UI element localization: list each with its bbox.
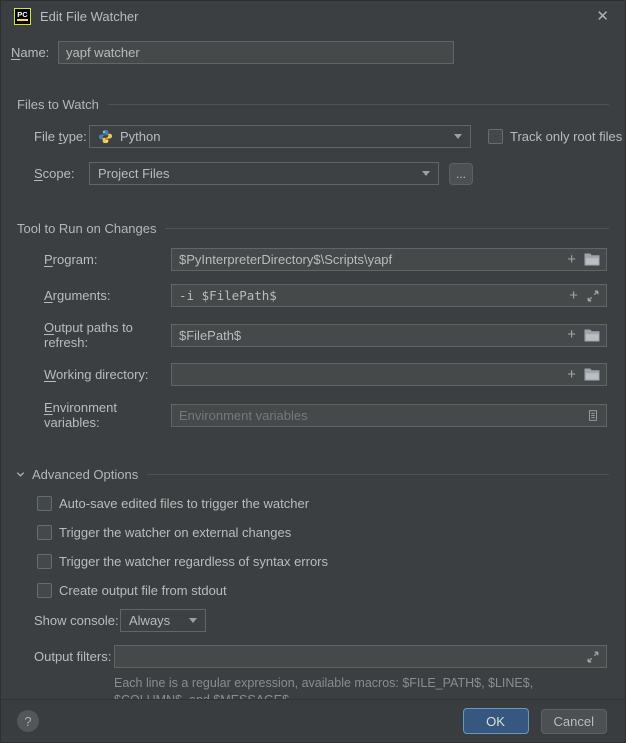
name-label: Name: bbox=[11, 45, 58, 60]
insert-macro-icon[interactable]: + bbox=[567, 253, 576, 267]
footer-bar: ? OK Cancel bbox=[1, 699, 625, 742]
program-row: Program: + bbox=[44, 248, 607, 271]
name-input[interactable] bbox=[58, 41, 454, 64]
expand-icon[interactable] bbox=[586, 289, 600, 303]
files-to-watch-section-header: Files to Watch bbox=[17, 96, 609, 112]
output-paths-row: Output paths to refresh: + bbox=[44, 320, 607, 350]
tool-section-header: Tool to Run on Changes bbox=[17, 220, 609, 236]
edit-file-watcher-dialog: PC Edit File Watcher ✕ Name: Files to Wa… bbox=[0, 0, 626, 743]
checkbox-row: Create output file from stdout bbox=[37, 583, 625, 598]
browse-variables-list-icon[interactable] bbox=[586, 408, 600, 423]
tool-section-title: Tool to Run on Changes bbox=[17, 221, 156, 236]
advanced-options-header[interactable]: Advanced Options bbox=[15, 466, 609, 482]
advanced-options-title: Advanced Options bbox=[32, 467, 138, 482]
checkbox-row: Trigger the watcher on external changes bbox=[37, 525, 625, 540]
create-output-file-checkbox[interactable] bbox=[37, 583, 52, 598]
scope-combobox[interactable]: Project Files bbox=[89, 162, 439, 185]
track-root-checkbox[interactable] bbox=[488, 129, 503, 144]
browse-folder-icon[interactable] bbox=[584, 368, 600, 381]
trigger-external-checkbox[interactable] bbox=[37, 525, 52, 540]
section-divider bbox=[147, 474, 609, 475]
program-label: Program: bbox=[44, 252, 171, 267]
show-console-row: Show console: Always bbox=[34, 609, 625, 632]
auto-save-label: Auto-save edited files to trigger the wa… bbox=[59, 496, 309, 511]
output-filters-label: Output filters: bbox=[34, 649, 114, 664]
section-divider bbox=[108, 104, 609, 105]
checkbox-row: Trigger the watcher regardless of syntax… bbox=[37, 554, 625, 569]
titlebar: PC Edit File Watcher ✕ bbox=[1, 1, 625, 31]
output-filters-input[interactable] bbox=[114, 645, 607, 668]
file-type-value: Python bbox=[120, 129, 160, 144]
ok-button[interactable]: OK bbox=[463, 708, 529, 734]
file-type-combobox[interactable]: Python bbox=[89, 125, 471, 148]
arguments-row: Arguments: + bbox=[44, 284, 607, 307]
chevron-down-icon bbox=[454, 134, 462, 139]
environment-variables-input[interactable] bbox=[171, 404, 607, 427]
create-output-file-label: Create output file from stdout bbox=[59, 583, 227, 598]
help-line-1: Each line is a regular expression, avail… bbox=[114, 675, 545, 692]
show-console-value: Always bbox=[129, 613, 170, 628]
files-to-watch-title: Files to Watch bbox=[17, 97, 99, 112]
program-input[interactable] bbox=[171, 248, 607, 271]
arguments-label: Arguments: bbox=[44, 288, 171, 303]
show-console-combobox[interactable]: Always bbox=[120, 609, 206, 632]
scope-label: Scope: bbox=[34, 166, 89, 181]
dialog-title: Edit File Watcher bbox=[40, 9, 139, 24]
python-file-icon bbox=[98, 129, 113, 144]
environment-variables-label: Environment variables: bbox=[44, 400, 171, 430]
checkbox-row: Auto-save edited files to trigger the wa… bbox=[37, 496, 625, 511]
insert-macro-icon[interactable]: + bbox=[567, 328, 576, 342]
output-filters-row: Output filters: bbox=[34, 645, 607, 668]
track-root-label: Track only root files bbox=[510, 129, 622, 144]
output-paths-label: Output paths to refresh: bbox=[44, 320, 171, 350]
chevron-down-icon bbox=[422, 171, 430, 176]
trigger-syntax-errors-checkbox[interactable] bbox=[37, 554, 52, 569]
insert-macro-icon[interactable]: + bbox=[567, 368, 576, 382]
working-directory-input[interactable] bbox=[171, 363, 607, 386]
pycharm-logo-text: PC bbox=[17, 11, 27, 21]
help-icon[interactable]: ? bbox=[17, 710, 39, 732]
environment-variables-row: Environment variables: bbox=[44, 400, 607, 430]
chevron-down-icon bbox=[15, 469, 26, 480]
chevron-down-icon bbox=[189, 618, 197, 623]
file-type-label: File type: bbox=[34, 129, 89, 144]
scope-browse-button[interactable]: ... bbox=[449, 163, 473, 185]
auto-save-checkbox[interactable] bbox=[37, 496, 52, 511]
trigger-external-label: Trigger the watcher on external changes bbox=[59, 525, 291, 540]
arguments-input[interactable] bbox=[171, 284, 607, 307]
working-directory-row: Working directory: + bbox=[44, 363, 607, 386]
scope-row: Scope: Project Files ... bbox=[34, 162, 625, 185]
expand-icon[interactable] bbox=[586, 650, 600, 664]
scope-value: Project Files bbox=[98, 166, 170, 181]
trigger-syntax-errors-label: Trigger the watcher regardless of syntax… bbox=[59, 554, 328, 569]
cancel-button[interactable]: Cancel bbox=[541, 709, 607, 734]
pycharm-logo-icon: PC bbox=[14, 8, 31, 25]
section-divider bbox=[165, 228, 609, 229]
browse-folder-icon[interactable] bbox=[584, 253, 600, 266]
browse-folder-icon[interactable] bbox=[584, 329, 600, 342]
name-row: Name: bbox=[11, 41, 607, 64]
insert-macro-icon[interactable]: + bbox=[569, 289, 578, 303]
output-paths-input[interactable] bbox=[171, 324, 607, 347]
close-icon[interactable]: ✕ bbox=[592, 7, 613, 26]
working-directory-label: Working directory: bbox=[44, 367, 171, 382]
file-type-row: File type: Python Track only root files bbox=[34, 125, 625, 148]
show-console-label: Show console: bbox=[34, 613, 120, 628]
